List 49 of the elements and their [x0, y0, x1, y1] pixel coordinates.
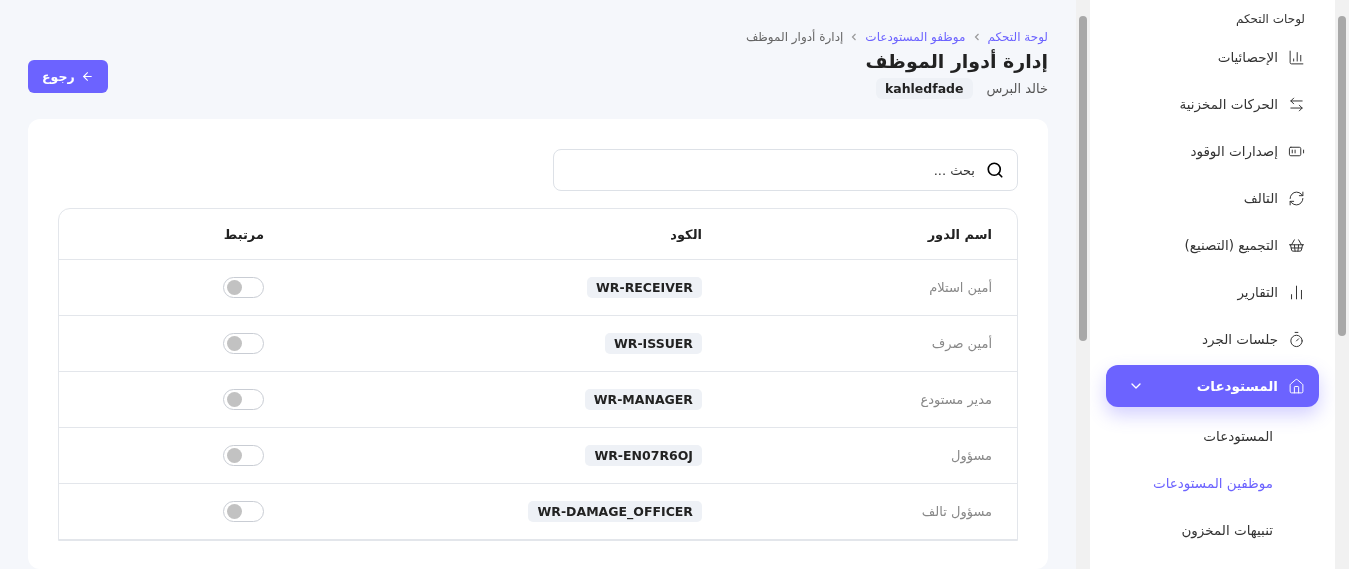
role-code: WR-DAMAGE_OFFICER [528, 501, 702, 522]
sidebar-item[interactable]: الحركات المخزنية [1106, 83, 1319, 125]
sidebar-heading: لوحات التحكم [1235, 12, 1306, 28]
arrows-icon [1288, 95, 1305, 113]
submenu-item[interactable]: تنبيهات المخزون [1106, 506, 1319, 553]
link-toggle[interactable] [223, 333, 264, 354]
sidebar-item[interactable]: التجميع (التصنيع) [1106, 224, 1319, 266]
role-name: أمين صرف [931, 336, 992, 351]
house-icon [1288, 377, 1305, 395]
role-code: WR-EN07R6OJ [585, 445, 702, 466]
role-code: WR-MANAGER [584, 389, 702, 410]
link-toggle[interactable] [223, 501, 264, 522]
sidebar-item[interactable]: التقارير [1106, 271, 1319, 313]
refresh-icon [1288, 189, 1305, 207]
chart-icon [1288, 283, 1305, 301]
role-name: مسؤول [951, 448, 992, 463]
submenu-item[interactable]: المستودعات [1106, 412, 1319, 459]
basket-icon [1288, 236, 1305, 254]
sidebar-item[interactable]: إصدارات الوقود [1106, 130, 1319, 172]
column-header: الكود [670, 226, 702, 242]
page-title: إدارة أدوار الموظف [864, 50, 1048, 72]
role-name: مدير مستودع [920, 392, 992, 407]
chevron-icon [851, 33, 858, 41]
arrow-icon [80, 70, 94, 83]
chevron-icon [973, 33, 980, 41]
breadcrumb-current: إدارة أدوار الموظف [745, 30, 844, 44]
link-toggle[interactable] [223, 445, 264, 466]
role-name: مسؤول تالف [921, 504, 992, 519]
timer-icon [1288, 330, 1305, 348]
employee-name: خالد البرس [986, 81, 1048, 96]
role-code: WR-ISSUER [605, 333, 702, 354]
column-header: اسم الدور [927, 226, 992, 242]
username-tag: kahledfade [875, 78, 973, 99]
search-field[interactable]: بحث ... [553, 149, 1018, 191]
breadcrumb-link[interactable]: موظفو المستودعات [865, 30, 966, 44]
breadcrumb-link[interactable]: لوحة التحكم [987, 30, 1048, 44]
role-code: WR-RECEIVER [587, 277, 702, 298]
sidebar-item[interactable]: التالف [1106, 177, 1319, 219]
sidebar-item[interactable]: المستودعات [1106, 365, 1319, 407]
sidebar-item[interactable]: جلسات الجرد [1106, 318, 1319, 360]
sidebar-item[interactable]: الإحصائيات [1106, 36, 1319, 78]
submenu-item[interactable]: موظفين المستودعات [1106, 459, 1319, 506]
link-toggle[interactable] [223, 277, 264, 298]
link-toggle[interactable] [223, 389, 264, 410]
search-icon [986, 161, 1004, 179]
column-header: مرتبط [223, 226, 265, 242]
bar-chart-icon [1288, 48, 1305, 66]
role-name: أمين استلام [929, 280, 992, 295]
back-button[interactable]: رجوع [28, 60, 108, 93]
